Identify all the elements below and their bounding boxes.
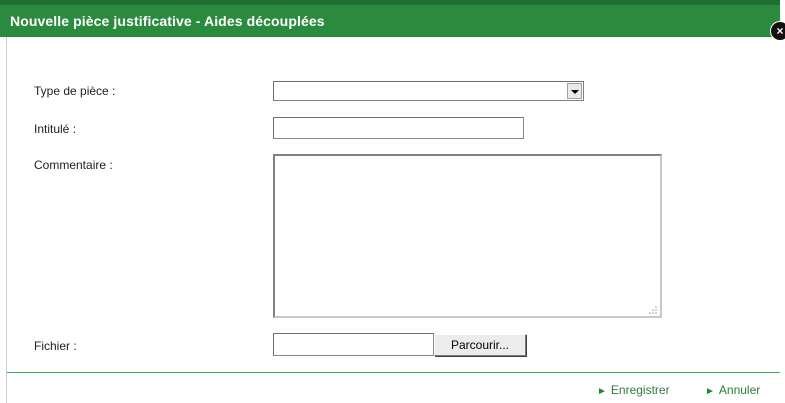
type-select[interactable] (273, 81, 584, 101)
file-path-input[interactable] (273, 333, 434, 356)
save-link[interactable]: ► Enregistrer (597, 383, 670, 397)
dialog: Nouvelle pièce justificative - Aides déc… (0, 0, 785, 403)
play-arrow-icon: ► (705, 386, 715, 397)
dialog-title: Nouvelle pièce justificative - Aides déc… (10, 13, 325, 29)
title-input[interactable] (273, 117, 524, 139)
file-label: Fichier : (34, 339, 77, 353)
title-label: Intitulé : (34, 122, 77, 136)
chevron-down-icon[interactable] (567, 83, 582, 99)
comment-label: Commentaire : (34, 158, 113, 172)
comment-textarea[interactable] (273, 154, 662, 318)
footer-divider (7, 372, 780, 373)
browse-button[interactable]: Parcourir... (434, 334, 526, 356)
cancel-label: Annuler (718, 383, 761, 397)
save-label: Enregistrer (610, 383, 670, 397)
play-arrow-icon: ► (597, 386, 607, 397)
dialog-title-bar: Nouvelle pièce justificative - Aides déc… (0, 0, 780, 37)
dialog-left-border (6, 37, 7, 403)
type-label: Type de pièce : (34, 84, 116, 98)
resize-grip-icon[interactable] (647, 304, 658, 315)
cancel-link[interactable]: ► Annuler (705, 383, 760, 397)
close-icon[interactable]: × (770, 21, 785, 41)
